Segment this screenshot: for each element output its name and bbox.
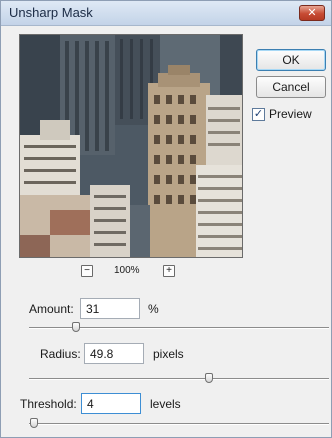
- radius-slider-thumb[interactable]: [205, 373, 213, 383]
- close-button[interactable]: ✕: [299, 5, 325, 21]
- amount-unit: %: [148, 302, 159, 316]
- checkmark-icon: ✓: [253, 108, 264, 120]
- radius-input[interactable]: 49.8: [84, 343, 144, 364]
- minus-icon: −: [84, 265, 90, 276]
- zoom-in-button[interactable]: +: [163, 265, 175, 277]
- unsharp-mask-dialog: Unsharp Mask ✕ OK Cancel ✓ Preview − 100…: [0, 0, 332, 438]
- preview-image[interactable]: [19, 34, 243, 258]
- preview-checkbox[interactable]: ✓: [252, 108, 265, 121]
- city-buildings-image: [20, 35, 242, 257]
- plus-icon: +: [166, 265, 172, 276]
- amount-label: Amount:: [29, 302, 74, 316]
- radius-label: Radius:: [40, 347, 81, 361]
- threshold-input[interactable]: 4: [81, 393, 141, 414]
- title-bar[interactable]: Unsharp Mask ✕: [1, 1, 331, 26]
- cancel-button[interactable]: Cancel: [256, 76, 326, 98]
- threshold-slider-track[interactable]: [29, 423, 329, 425]
- close-icon: ✕: [307, 7, 317, 19]
- threshold-slider-thumb[interactable]: [29, 418, 38, 428]
- zoom-out-button[interactable]: −: [81, 265, 93, 277]
- radius-slider-track[interactable]: [29, 378, 329, 380]
- threshold-unit: levels: [150, 397, 181, 411]
- ok-button[interactable]: OK: [256, 49, 326, 71]
- preview-label: Preview: [269, 107, 312, 121]
- amount-slider-thumb[interactable]: [71, 322, 80, 332]
- dialog-title: Unsharp Mask: [9, 5, 93, 20]
- zoom-level: 100%: [114, 265, 140, 276]
- amount-input[interactable]: 31: [80, 298, 140, 319]
- threshold-label: Threshold:: [20, 397, 77, 411]
- radius-unit: pixels: [153, 347, 184, 361]
